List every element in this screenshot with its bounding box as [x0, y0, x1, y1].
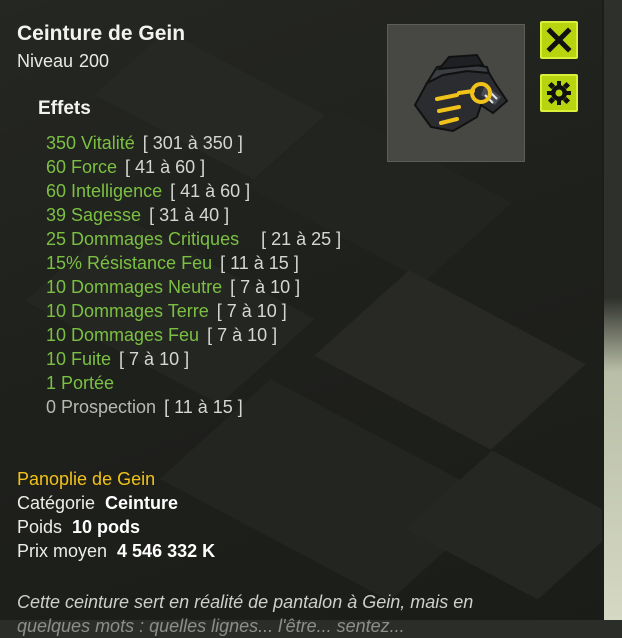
effect-line: 15% Résistance Feu[ 11 à 15 ] — [46, 253, 299, 273]
effect-line: 60 Intelligence[ 41 à 60 ] — [46, 181, 251, 201]
price-label: Prix moyen — [17, 541, 108, 561]
effect-line: 10 Dommages Terre[ 7 à 10 ] — [46, 301, 287, 321]
close-button[interactable] — [540, 21, 578, 59]
category-value: Ceinture — [105, 493, 179, 513]
effect-line: 10 Dommages Feu[ 7 à 10 ] — [46, 325, 278, 345]
weight-row: Poids 10 pods — [17, 517, 140, 538]
set-name-link[interactable]: Panoplie de Gein — [17, 469, 155, 490]
category-row: Catégorie Ceinture — [17, 493, 178, 514]
effects-heading: Effets — [38, 98, 91, 119]
item-image-frame — [387, 24, 525, 162]
effects-list: 350 Vitalité[ 301 à 350 ] 60 Force[ 41 à… — [46, 131, 356, 419]
level-value: 200 — [79, 51, 110, 71]
belt-icon — [413, 53, 509, 133]
effect-line: 0 Prospection[ 11 à 15 ] — [46, 397, 243, 417]
price-row: Prix moyen 4 546 332 K — [17, 541, 215, 562]
weight-label: Poids — [17, 517, 63, 537]
item-description: Cette ceinture sert en réalité de pantal… — [17, 592, 474, 612]
effect-line: 10 Dommages Neutre[ 7 à 10 ] — [46, 277, 301, 297]
effect-line: 60 Force[ 41 à 60 ] — [46, 157, 206, 177]
effect-line: 1 Portée — [46, 373, 115, 393]
effect-line: 25 Dommages Critiques[ 21 à 25 ] — [46, 229, 342, 249]
price-value: 4 546 332 K — [117, 541, 216, 561]
gear-icon — [547, 81, 571, 105]
item-level: Niveau 200 — [17, 51, 109, 72]
effect-line: 39 Sagesse[ 31 à 40 ] — [46, 205, 230, 225]
effect-line: 350 Vitalité[ 301 à 350 ] — [46, 133, 243, 153]
item-description-cutoff: quelques mots : quelles lignes... l'être… — [17, 616, 405, 636]
item-name: Ceinture de Gein — [17, 22, 186, 45]
effect-line: 10 Fuite[ 7 à 10 ] — [46, 349, 190, 369]
category-label: Catégorie — [17, 493, 96, 513]
level-label: Niveau — [17, 51, 74, 71]
close-icon — [546, 27, 572, 53]
settings-button[interactable] — [540, 74, 578, 112]
item-tooltip-panel: Ceinture de Gein Niveau 200 Effets 350 V… — [0, 0, 602, 636]
weight-value: 10 pods — [72, 517, 141, 537]
